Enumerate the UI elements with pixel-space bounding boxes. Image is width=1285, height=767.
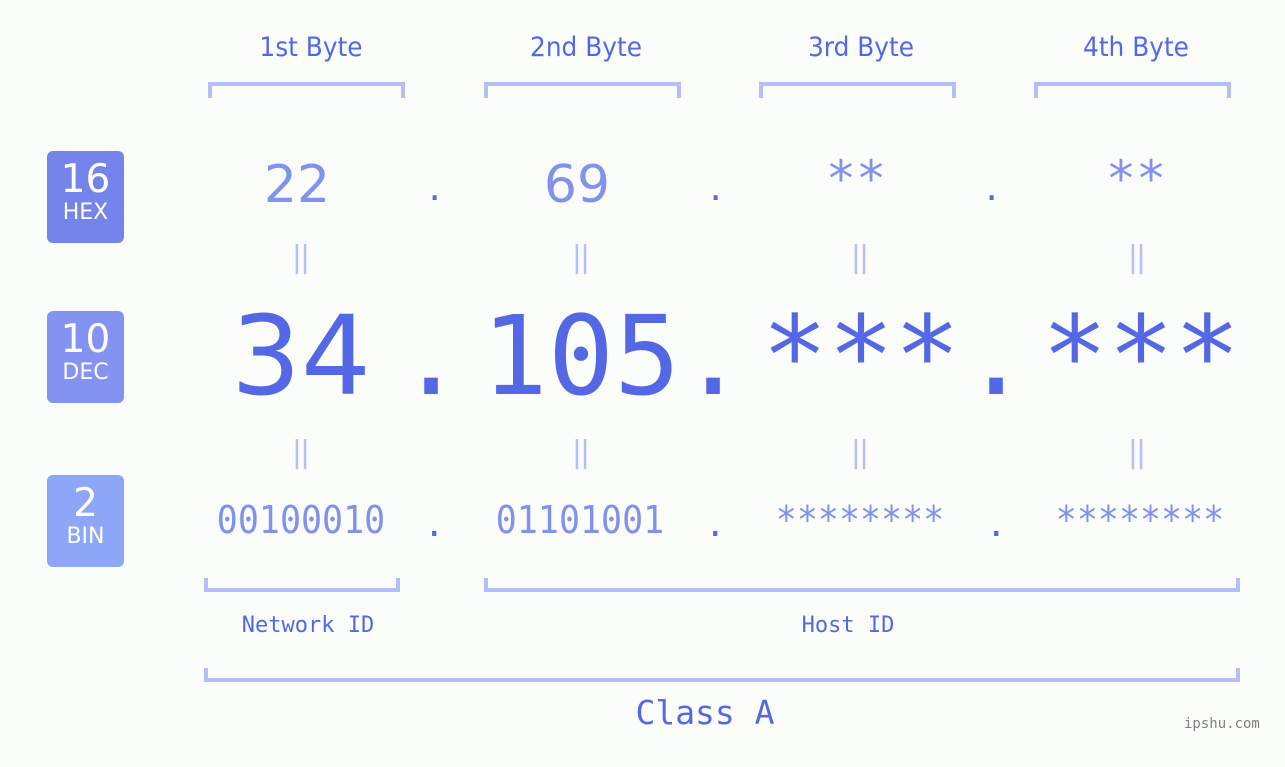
hex-base: 16 bbox=[60, 157, 111, 202]
watermark: ipshu.com bbox=[1184, 716, 1260, 732]
equals-hex-dec-3: || bbox=[850, 240, 869, 275]
equals-hex-dec-2: || bbox=[571, 240, 590, 275]
bin-badge: 2 BIN bbox=[47, 475, 124, 567]
byte-header-2: 2nd Byte bbox=[530, 32, 642, 63]
dec-byte-4: *** bbox=[1041, 292, 1241, 420]
hex-byte-3: ** bbox=[825, 150, 887, 208]
bin-separator-1: . bbox=[424, 505, 445, 545]
equals-dec-bin-3: || bbox=[850, 435, 869, 470]
equals-dec-bin-1: || bbox=[291, 435, 310, 470]
byte-header-4: 4th Byte bbox=[1083, 32, 1189, 63]
equals-hex-dec-1: || bbox=[291, 240, 310, 275]
bin-byte-4: ******** bbox=[1055, 498, 1225, 542]
equals-hex-dec-4: || bbox=[1127, 240, 1146, 275]
hex-byte-1: 22 bbox=[263, 155, 331, 215]
byte-header-3: 3rd Byte bbox=[807, 32, 915, 63]
bin-byte-3: ******** bbox=[775, 498, 945, 542]
dec-base: 10 bbox=[60, 317, 111, 362]
hex-byte-2: 69 bbox=[543, 155, 611, 215]
dec-separator-3: . bbox=[963, 292, 1030, 420]
hex-label: HEX bbox=[62, 200, 109, 225]
byte-bracket-4 bbox=[1034, 82, 1231, 98]
byte-bracket-1 bbox=[208, 82, 405, 98]
dec-byte-2: 105 bbox=[481, 292, 681, 420]
host-id-bracket bbox=[484, 578, 1240, 592]
bin-label: BIN bbox=[66, 524, 105, 549]
equals-dec-bin-4: || bbox=[1127, 435, 1146, 470]
dec-byte-3: *** bbox=[761, 292, 961, 420]
network-id-label: Network ID bbox=[241, 613, 375, 638]
hex-separator-2: . bbox=[706, 170, 726, 208]
hex-separator-1: . bbox=[425, 170, 445, 208]
hex-badge: 16 HEX bbox=[47, 151, 124, 243]
class-label: Class A bbox=[635, 693, 775, 732]
dec-badge: 10 DEC bbox=[47, 311, 124, 403]
byte-header-1: 1st Byte bbox=[259, 32, 363, 63]
class-bracket bbox=[204, 668, 1240, 682]
network-id-bracket bbox=[204, 578, 400, 592]
host-id-label: Host ID bbox=[801, 613, 895, 638]
byte-bracket-3 bbox=[759, 82, 956, 98]
bin-byte-2: 01101001 bbox=[495, 498, 665, 542]
dec-label: DEC bbox=[62, 360, 109, 385]
dec-separator-1: . bbox=[398, 292, 465, 420]
equals-dec-bin-2: || bbox=[571, 435, 590, 470]
dec-byte-1: 34 bbox=[231, 292, 371, 420]
bin-separator-2: . bbox=[705, 505, 726, 545]
hex-separator-3: . bbox=[982, 170, 1002, 208]
hex-byte-4: ** bbox=[1105, 150, 1167, 208]
byte-bracket-2 bbox=[484, 82, 681, 98]
bin-base: 2 bbox=[73, 481, 98, 526]
bin-byte-1: 00100010 bbox=[216, 498, 386, 542]
bin-separator-3: . bbox=[986, 505, 1007, 545]
dec-separator-2: . bbox=[680, 292, 747, 420]
